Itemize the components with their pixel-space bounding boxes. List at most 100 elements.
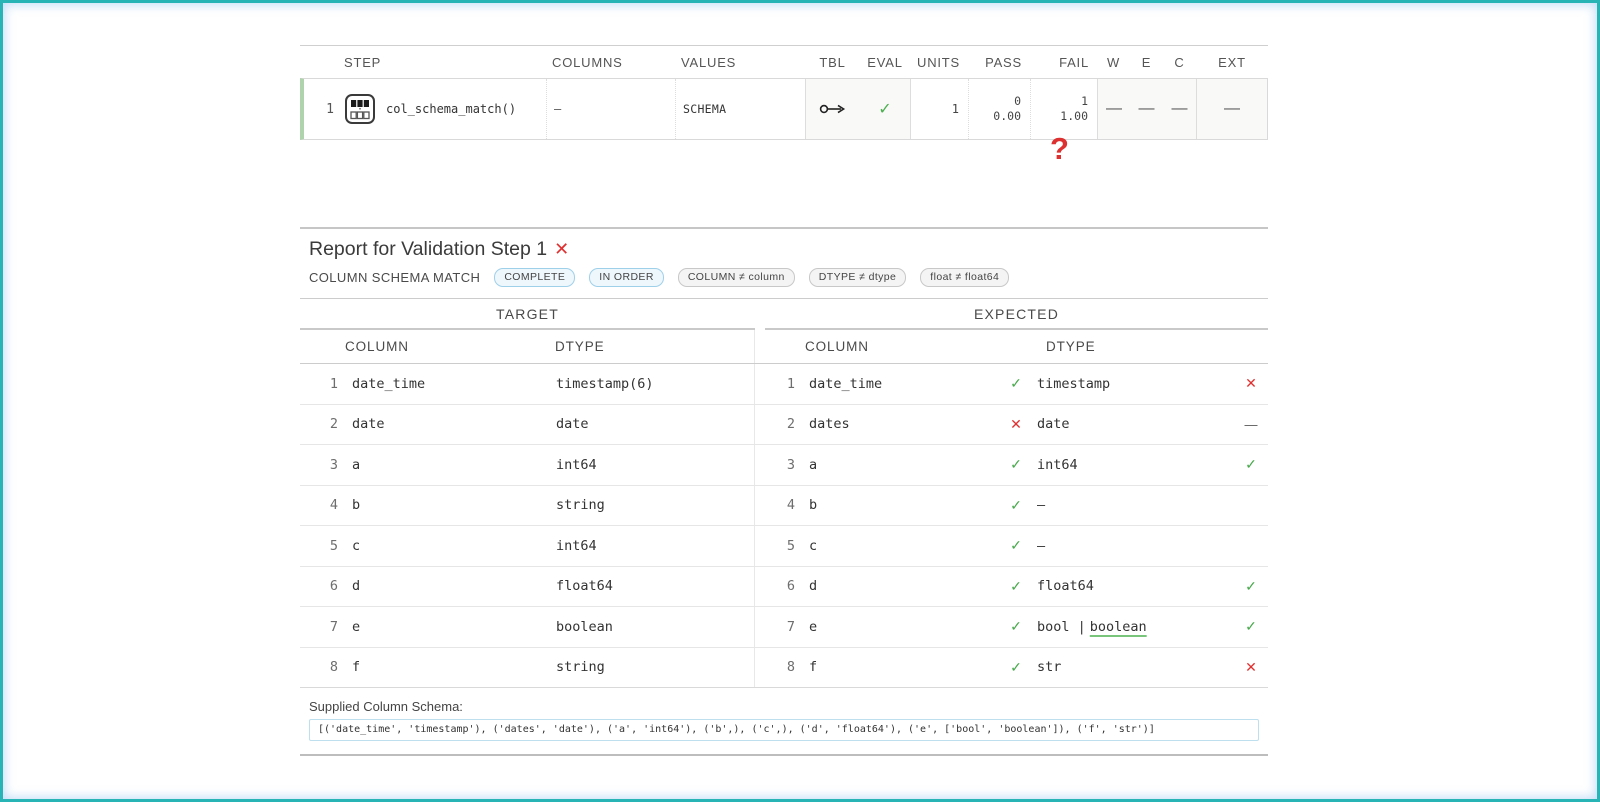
expected-dtype: timestamp (1033, 376, 1110, 392)
target-dtype: int64 (552, 457, 754, 473)
report-subtitle: COLUMN SCHEMA MATCH (309, 270, 480, 285)
expected-row-index: 7 (765, 619, 805, 635)
dtype-match-icon: — (1240, 417, 1268, 432)
column-match-icon: ✓ (1000, 456, 1032, 473)
extract-cell: — (1196, 79, 1267, 139)
target-column-name: e (348, 619, 552, 635)
schema-icon (343, 92, 377, 126)
expected-row-index: 2 (765, 416, 805, 432)
expected-column-name: e (805, 619, 1000, 635)
target-row-index: 4 (300, 497, 348, 513)
expected-row-index: 3 (765, 457, 805, 473)
schema-row: 1 date_time timestamp(6) 1 date_time ✓ t… (300, 364, 1268, 405)
header-columns: COLUMNS (546, 55, 675, 70)
expected-column-name: a (805, 457, 1000, 473)
target-row-index: 7 (300, 619, 348, 635)
target-dtype: timestamp(6) (552, 376, 754, 392)
warning-cell: — (1097, 79, 1130, 139)
columns-cell: — (546, 79, 675, 139)
badge-dtype-case: DTYPE ≠ dtype (809, 268, 907, 287)
dtype-match-icon: ✓ (1240, 456, 1268, 473)
tbl-cell (805, 79, 860, 139)
target-column-name: a (348, 457, 552, 473)
column-match-icon: ✓ (1000, 618, 1032, 635)
header-e: E (1130, 55, 1163, 70)
pass-fraction: 0.00 (993, 109, 1021, 124)
header-step: STEP (300, 55, 546, 70)
schema-rows: 1 date_time timestamp(6) 1 date_time ✓ t… (300, 364, 1268, 688)
target-dtype: int64 (552, 538, 754, 554)
expected-column-header: COLUMN (805, 339, 1000, 354)
values-cell: SCHEMA (675, 79, 805, 139)
report-subtitle-row: COLUMN SCHEMA MATCH COMPLETE IN ORDER CO… (309, 268, 1268, 287)
expected-column-name: c (805, 538, 1000, 554)
expected-dtype: int64 (1033, 457, 1078, 473)
column-match-icon: ✓ (1000, 659, 1032, 676)
expected-dtype: – (1033, 538, 1045, 554)
expected-row-index: 1 (765, 376, 805, 392)
status-cross-icon: ✕ (554, 239, 569, 259)
validation-step-row: 1 col_schema_match() — SCHEMA (300, 78, 1268, 140)
step-cell: 1 col_schema_match() (304, 79, 546, 139)
badge-float-match: float ≠ float64 (920, 268, 1009, 287)
target-column-name: d (348, 578, 552, 594)
header-ext: EXT (1196, 55, 1268, 70)
error-cell: — (1130, 79, 1163, 139)
badge-in-order: IN ORDER (589, 268, 664, 287)
expected-row-index: 6 (765, 578, 805, 594)
report-title: Report for Validation Step 1✕ (309, 238, 1268, 261)
header-w: W (1097, 55, 1130, 70)
schema-row: 2 date date 2 dates ✕ date — (300, 405, 1268, 446)
target-column-header: COLUMN (300, 339, 552, 354)
target-dtype: boolean (552, 619, 754, 635)
expected-column-name: f (805, 659, 1000, 675)
validation-table-header: STEP COLUMNS VALUES TBL EVAL UNITS PASS … (300, 45, 1268, 78)
schema-row: 4 b string 4 b ✓ – (300, 486, 1268, 527)
schema-row: 5 c int64 5 c ✓ – (300, 526, 1268, 567)
units-cell: 1 (910, 79, 968, 139)
target-row-index: 5 (300, 538, 348, 554)
header-c: C (1163, 55, 1196, 70)
header-fail: FAIL (1030, 55, 1097, 70)
fail-cell: 1 1.00 (1030, 79, 1097, 139)
group-header-row: TARGET EXPECTED (300, 298, 1268, 330)
dtype-match-icon: ✕ (1240, 659, 1268, 676)
expected-dtype: – (1033, 497, 1045, 513)
expected-dtype: str (1033, 659, 1061, 675)
fail-fraction: 1.00 (1060, 109, 1088, 124)
fail-question-icon: ? (1050, 131, 1069, 167)
target-row-index: 6 (300, 578, 348, 594)
header-units: UNITS (910, 55, 968, 70)
target-column-name: date_time (348, 376, 552, 392)
expected-dtype-header: DTYPE (1032, 339, 1240, 354)
expected-dtype: float64 (1033, 578, 1094, 594)
expected-row-index: 5 (765, 538, 805, 554)
header-eval: EVAL (860, 55, 910, 70)
step-report-panel: Report for Validation Step 1✕ COLUMN SCH… (300, 227, 1268, 756)
badge-complete: COMPLETE (494, 268, 575, 287)
expected-column-name: date_time (805, 376, 1000, 392)
target-dtype-header: DTYPE (552, 339, 754, 354)
report-footer: Supplied Column Schema: [('date_time', '… (300, 688, 1268, 754)
target-column-name: b (348, 497, 552, 513)
column-match-icon: ✓ (1000, 578, 1032, 595)
target-row-index: 2 (300, 416, 348, 432)
schema-row: 3 a int64 3 a ✓ int64 ✓ (300, 445, 1268, 486)
header-values: VALUES (675, 55, 805, 70)
target-column-name: date (348, 416, 552, 432)
fail-count: 1 (1060, 94, 1088, 109)
critical-cell: — (1163, 79, 1196, 139)
group-header-expected: EXPECTED (765, 299, 1268, 330)
target-dtype: float64 (552, 578, 754, 594)
expected-row-index: 8 (765, 659, 805, 675)
schema-row: 8 f string 8 f ✓ str ✕ (300, 648, 1268, 689)
target-column-name: f (348, 659, 552, 675)
target-column-name: c (348, 538, 552, 554)
dtype-match-icon: ✓ (1240, 618, 1268, 635)
eval-cell: ✓ (860, 79, 910, 139)
supplied-schema-label: Supplied Column Schema: (309, 699, 1259, 714)
target-row-index: 3 (300, 457, 348, 473)
expected-column-name: d (805, 578, 1000, 594)
column-match-icon: ✕ (1000, 416, 1032, 433)
target-dtype: date (552, 416, 754, 432)
